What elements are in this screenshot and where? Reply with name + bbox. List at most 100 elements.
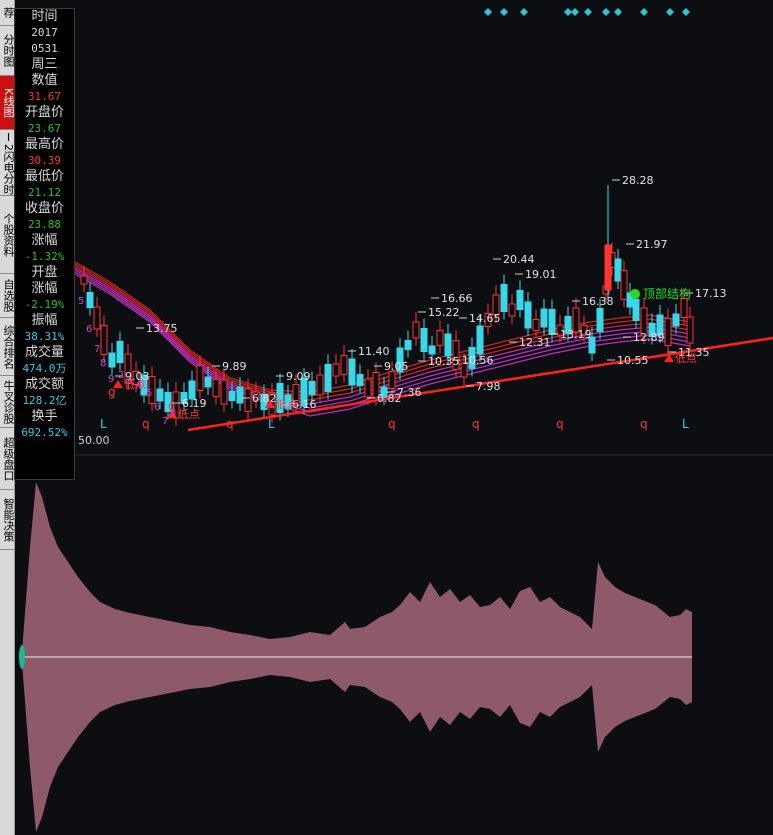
oscillator-panel bbox=[19, 482, 692, 832]
open-change-label-1: 开盘 bbox=[31, 265, 58, 280]
candle-body-59 bbox=[548, 309, 556, 335]
candle-body-1 bbox=[86, 292, 94, 308]
candle-body-41 bbox=[404, 340, 412, 350]
price-label-21: 9.05 bbox=[384, 360, 409, 373]
count-mark-9: 6 bbox=[154, 402, 160, 413]
price-label-18: 9.89 bbox=[222, 360, 247, 373]
candle-body-55 bbox=[516, 290, 524, 310]
sidebar: 荐分时图 K线图 Ⅰ2闪电分时 个股资料 自选股 综合排名 牛叉诊股 超级盘口 智能决策 bbox=[0, 0, 15, 835]
candle-body-78 bbox=[686, 316, 694, 344]
count-mark-1: 6 bbox=[86, 324, 92, 335]
sidebar-tab-0[interactable]: 荐 bbox=[0, 0, 15, 26]
sidebar-tab-1[interactable]: 分时图 bbox=[0, 26, 15, 76]
bottom-mark-5: q bbox=[472, 417, 480, 431]
open-change-value: -2.19% bbox=[24, 298, 65, 311]
sidebar-tab-2[interactable]: K线图 bbox=[0, 76, 15, 130]
date-value: 0531 bbox=[31, 42, 58, 55]
candle-body-35 bbox=[356, 374, 364, 386]
candle-body-57 bbox=[532, 319, 540, 331]
price-label-4: 16.66 bbox=[441, 292, 473, 305]
amplitude-label: 振幅 bbox=[31, 313, 58, 328]
top-structure-label: 顶部结构 bbox=[643, 286, 691, 301]
candle-body-39 bbox=[388, 371, 396, 389]
bottom-mark-8: L bbox=[682, 417, 689, 431]
count-mark-0: 5 bbox=[78, 296, 84, 307]
candle-body-46 bbox=[444, 333, 452, 357]
rate-label: 换手 bbox=[31, 409, 58, 424]
low-marker-label-3: 低点 bbox=[675, 352, 697, 365]
top-dot-0 bbox=[484, 8, 492, 16]
price-label-24: 6.82 bbox=[252, 392, 277, 405]
low-marker-label-2: 低点 bbox=[276, 398, 298, 411]
count-mark-7: 4 bbox=[136, 380, 142, 391]
oscillator-origin-marker bbox=[19, 645, 25, 669]
candle-body-71 bbox=[632, 299, 640, 321]
candle-body-0 bbox=[80, 275, 88, 285]
count-mark-3: 8 bbox=[100, 358, 106, 369]
close-label: 收盘价 bbox=[24, 201, 64, 216]
top-dot-5 bbox=[584, 8, 592, 16]
top-dot-9 bbox=[666, 8, 674, 16]
sidebar-tab-4[interactable]: 个股资料 bbox=[0, 196, 15, 274]
candle-body-29 bbox=[308, 381, 316, 395]
candle-body-31 bbox=[324, 364, 332, 392]
close-value: 23.88 bbox=[27, 218, 62, 231]
candle-body-75 bbox=[664, 318, 672, 346]
sidebar-tab-6[interactable]: 综合排名 bbox=[0, 318, 15, 376]
sidebar-tab-5[interactable]: 自选股 bbox=[0, 274, 15, 318]
candle-body-77 bbox=[680, 298, 688, 318]
candle-body-42 bbox=[412, 321, 420, 339]
candle-body-16 bbox=[204, 376, 212, 388]
time-label: 时间 bbox=[31, 9, 58, 24]
kline-chart-canvas[interactable]: 28.28 21.97 20.44 19.01 16.66 16.38 17.13 15.22… bbox=[0, 0, 773, 835]
candle-body-58 bbox=[540, 308, 548, 328]
price-label-8: 14.65 bbox=[469, 312, 501, 325]
candle-body-30 bbox=[316, 374, 324, 396]
price-label-6: 17.13 bbox=[695, 287, 727, 300]
top-dot-3 bbox=[564, 8, 572, 16]
change-label: 涨幅 bbox=[31, 233, 58, 248]
sidebar-tab-8[interactable]: 超级盘口 bbox=[0, 428, 15, 490]
bottom-mark-2: q bbox=[226, 417, 234, 431]
count-mark-2: 7 bbox=[94, 344, 100, 355]
candle-body-32 bbox=[332, 363, 340, 377]
change-value: -1.32% bbox=[24, 250, 65, 263]
candle-body-36 bbox=[364, 378, 372, 398]
price-label-16: 10.56 bbox=[462, 354, 494, 367]
price-label-2: 20.44 bbox=[503, 253, 535, 266]
count-mark-6: 3 bbox=[126, 376, 132, 387]
top-dot-8 bbox=[640, 8, 648, 16]
top-dot-1 bbox=[500, 8, 508, 16]
candle-body-34 bbox=[348, 358, 356, 386]
value-label: 数值 bbox=[31, 73, 58, 88]
candle-spike-body bbox=[604, 244, 612, 291]
low-marker-label-1: 低点 bbox=[178, 408, 200, 421]
low-label: 最低价 bbox=[24, 169, 64, 184]
candle-body-44 bbox=[428, 345, 436, 355]
candle-body-56 bbox=[524, 301, 532, 329]
price-label-17: 10.35 bbox=[428, 355, 460, 368]
bottom-mark-7: q bbox=[640, 417, 648, 431]
candle-body-5 bbox=[116, 341, 124, 363]
candle-body-68 bbox=[614, 258, 622, 282]
sidebar-tab-7[interactable]: 牛叉诊股 bbox=[0, 376, 15, 428]
count-mark-10: 7 bbox=[162, 416, 168, 427]
candle-body-20 bbox=[236, 386, 244, 404]
sidebar-tab-9[interactable]: 智能决策 bbox=[0, 490, 15, 550]
bottom-mark-1: q bbox=[142, 417, 150, 431]
top-dot-10 bbox=[682, 8, 690, 16]
bottom-mark-0: L bbox=[100, 417, 107, 431]
price-label-14: 10.55 bbox=[617, 354, 649, 367]
price-label-7: 15.22 bbox=[428, 306, 460, 319]
candle-body-3 bbox=[100, 325, 108, 355]
top-dot-4 bbox=[571, 8, 579, 16]
bottom-mark-4: q bbox=[388, 417, 396, 431]
turnover-value: 128.2亿 bbox=[22, 394, 67, 407]
open-change-label-2: 涨幅 bbox=[31, 281, 58, 296]
sidebar-tab-3[interactable]: Ⅰ2闪电分时 bbox=[0, 130, 15, 196]
price-label-12: 12.89 bbox=[633, 331, 665, 344]
candle-body-43 bbox=[420, 328, 428, 352]
price-label-0: 28.28 bbox=[622, 174, 654, 187]
volume-value: 474.0万 bbox=[22, 362, 67, 375]
count-mark-11: 8 bbox=[170, 408, 176, 419]
